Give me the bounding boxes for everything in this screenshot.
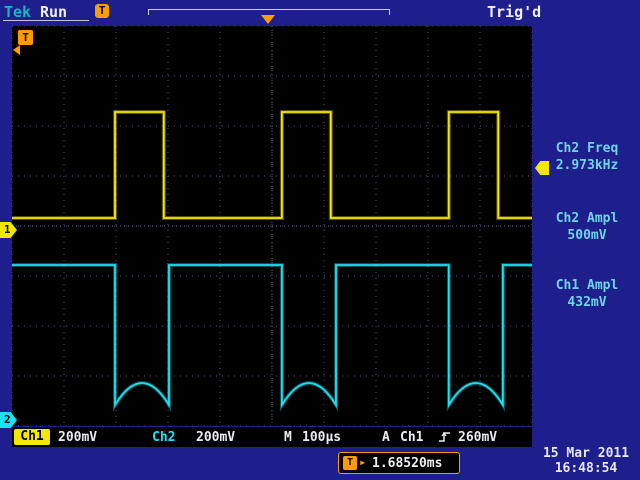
ch1-scale-chip: Ch1 (14, 429, 50, 445)
measurement-ch2-freq: Ch2 Freq 2.973kHz (534, 140, 640, 174)
graticule: T (12, 26, 532, 426)
waveform-plot (12, 26, 532, 426)
measurement-ch1-ampl: Ch1 Ampl 432mV (534, 277, 640, 311)
measurement-label: Ch2 Freq (534, 140, 640, 157)
measurement-label: Ch1 Ampl (534, 277, 640, 294)
logo-underline (3, 20, 89, 21)
horizontal-position-value: 1.68520ms (372, 456, 442, 471)
date-text: 15 Mar 2011 (532, 446, 640, 461)
trigger-position-arrow-icon (261, 15, 275, 24)
trigger-time-arrow-icon (13, 45, 20, 55)
trigger-flag-icon: T (95, 4, 109, 18)
ch2-label: Ch2 (152, 430, 175, 445)
t-marker-chip: T (343, 456, 357, 470)
measurement-ch2-ampl: Ch2 Ampl 500mV (534, 210, 640, 244)
trigger-level-value: 260mV (458, 430, 497, 445)
rising-slope-icon (438, 430, 452, 444)
measurement-value: 2.973kHz (534, 157, 640, 174)
oscilloscope-screen: Tek Run T Trig'd T 1 2 Ch2 Freq 2.973kHz… (0, 0, 640, 480)
acquisition-status: Run (40, 3, 67, 21)
timebase-value: 100µs (302, 430, 341, 445)
measurement-label: Ch2 Ampl (534, 210, 640, 227)
time-text: 16:48:54 (532, 461, 640, 476)
measurement-value: 432mV (534, 294, 640, 311)
datetime-readout: 15 Mar 2011 16:48:54 (532, 446, 640, 476)
trigger-status: Trig'd (487, 3, 541, 21)
ch1-scale-value: 200mV (58, 430, 97, 445)
bottom-status-bar: Ch1 200mV Ch2 200mV M 100µs A Ch1 260mV (12, 427, 532, 447)
trigger-source: Ch1 (400, 430, 423, 445)
trigger-time-marker: T (18, 30, 33, 45)
horizontal-position-readout: T ▸ 1.68520ms (338, 452, 460, 474)
timebase-label: M (284, 430, 292, 445)
measurement-value: 500mV (534, 227, 640, 244)
tek-logo: Tek (4, 3, 31, 21)
right-arrow-icon: ▸ (359, 455, 366, 469)
ch2-scale-value: 200mV (196, 430, 235, 445)
trigger-mode-label: A (382, 430, 390, 445)
